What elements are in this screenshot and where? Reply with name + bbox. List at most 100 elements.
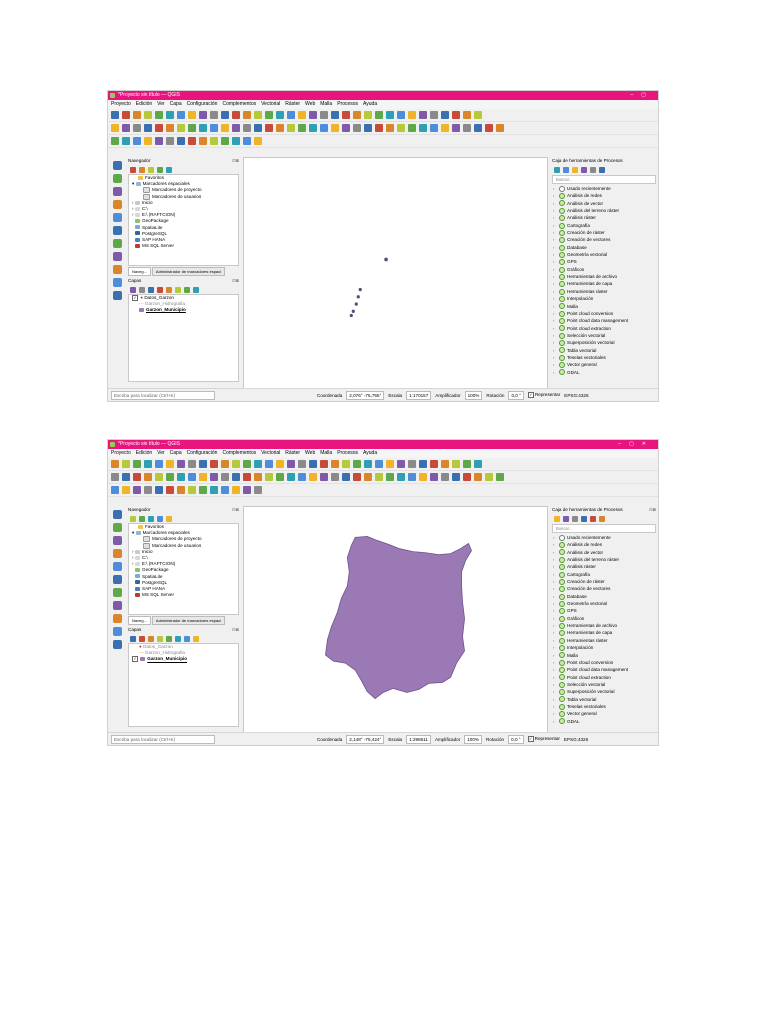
menu-web[interactable]: Web [305, 101, 315, 107]
add-layer-icon[interactable] [112, 161, 122, 170]
toolbox-group[interactable]: › Herramientas de capa [550, 629, 658, 637]
toolbox-group[interactable]: › Gráficos [550, 615, 658, 622]
toolbar-tool-icon[interactable] [210, 111, 218, 119]
toolbar-tool-icon[interactable] [177, 124, 185, 132]
toolbar-tool-icon[interactable] [599, 166, 605, 173]
toolbar-tool-icon[interactable] [419, 473, 427, 481]
toolbar-tool-icon[interactable] [221, 460, 229, 468]
toolbar-tool-icon[interactable] [375, 460, 383, 468]
toolbar-tool-icon[interactable] [243, 111, 251, 119]
toolbox-group[interactable]: › Cartografía [550, 222, 658, 229]
toolbar-tool-icon[interactable] [386, 124, 394, 132]
toolbar-tool-icon[interactable] [572, 166, 578, 173]
toolbar-tool-icon[interactable] [276, 460, 284, 468]
toolbar-tool-icon[interactable] [188, 460, 196, 468]
toolbar-tool-icon[interactable] [463, 460, 471, 468]
toolbar-tool-icon[interactable] [175, 286, 181, 293]
render-checkbox[interactable]: ✓ Representar [527, 392, 560, 398]
toolbar-tool-icon[interactable] [122, 111, 130, 119]
add-layer-icon[interactable] [112, 213, 122, 222]
toolbar-tool-icon[interactable] [166, 166, 172, 173]
toolbox-group[interactable]: › Selección vectorial [550, 332, 658, 339]
toolbar-tool-icon[interactable] [386, 473, 394, 481]
toolbox-group[interactable]: › Cartografía [550, 571, 658, 578]
toolbar-tool-icon[interactable] [122, 124, 130, 132]
toolbar-tool-icon[interactable] [581, 515, 587, 522]
toolbar-tool-icon[interactable] [130, 166, 136, 173]
menu-configuracion[interactable]: Configuración [187, 450, 218, 456]
toolbar-tool-icon[interactable] [342, 124, 350, 132]
toolbar-tool-icon[interactable] [554, 166, 560, 173]
add-layer-icon[interactable] [112, 226, 122, 235]
toolbar-tool-icon[interactable] [496, 473, 504, 481]
toolbar-tool-icon[interactable] [430, 111, 438, 119]
toolbar-tool-icon[interactable] [166, 473, 174, 481]
toolbar-tool-icon[interactable] [139, 515, 145, 522]
toolbar-tool-icon[interactable] [166, 286, 172, 293]
menu-vectorial[interactable]: Vectorial [261, 101, 280, 107]
menu-raster[interactable]: Ráster [285, 450, 300, 456]
toolbar-tool-icon[interactable] [441, 124, 449, 132]
menu-proyecto[interactable]: Proyecto [111, 450, 131, 456]
toolbox-group[interactable]: › Interpolación [550, 644, 658, 651]
toolbar-tool-icon[interactable] [111, 137, 119, 145]
toolbox-group[interactable]: › Malla [550, 303, 658, 310]
toolbar-tool-icon[interactable] [265, 111, 273, 119]
toolbox-group[interactable]: › Interpolación [550, 295, 658, 302]
toolbar-tool-icon[interactable] [496, 124, 504, 132]
rotation-field[interactable]: 0,0 ° [508, 390, 524, 400]
toolbar-tool-icon[interactable] [111, 486, 119, 494]
menu-malla[interactable]: Malla [320, 101, 332, 107]
toolbar-tool-icon[interactable] [199, 111, 207, 119]
toolbar-tool-icon[interactable] [419, 124, 427, 132]
toolbox-group[interactable]: › Creación de vectores [550, 236, 658, 244]
tab-navegador[interactable]: Naveg... [128, 616, 151, 625]
toolbar-tool-icon[interactable] [581, 166, 587, 173]
toolbar-tool-icon[interactable] [166, 515, 172, 522]
add-layer-icon[interactable] [112, 601, 122, 610]
toolbar-tool-icon[interactable] [386, 111, 394, 119]
toolbar-tool-icon[interactable] [397, 473, 405, 481]
toolbox-group[interactable]: › Análisis de vector [550, 549, 658, 556]
toolbar-tool-icon[interactable] [353, 111, 361, 119]
toolbar-tool-icon[interactable] [265, 124, 273, 132]
toolbox-group[interactable]: › Tabla vectorial [550, 696, 658, 703]
toolbar-tool-icon[interactable] [155, 137, 163, 145]
add-layer-icon[interactable] [112, 239, 122, 248]
toolbar-tool-icon[interactable] [184, 635, 190, 642]
panel-close-icon[interactable]: ⊡⊠ [232, 277, 239, 285]
toolbar-tool-icon[interactable] [563, 515, 569, 522]
toolbar-tool-icon[interactable] [155, 486, 163, 494]
toolbar-tool-icon[interactable] [243, 124, 251, 132]
add-layer-icon[interactable] [112, 278, 122, 287]
toolbar-tool-icon[interactable] [232, 124, 240, 132]
toolbar-tool-icon[interactable] [353, 460, 361, 468]
toolbar-tool-icon[interactable] [166, 124, 174, 132]
toolbar-tool-icon[interactable] [139, 286, 145, 293]
toolbar-tool-icon[interactable] [157, 286, 163, 293]
toolbar-tool-icon[interactable] [474, 124, 482, 132]
tab-navegador[interactable]: Naveg... [128, 267, 151, 276]
toolbar-tool-icon[interactable] [177, 460, 185, 468]
crs-button[interactable]: EPSG:4326 [564, 737, 588, 742]
toolbox-group[interactable]: › Geometría vectorial [550, 251, 658, 258]
toolbar-tool-icon[interactable] [130, 635, 136, 642]
menu-web[interactable]: Web [305, 450, 315, 456]
toolbar-tool-icon[interactable] [243, 486, 251, 494]
toolbar-tool-icon[interactable] [287, 460, 295, 468]
toolbar-tool-icon[interactable] [199, 460, 207, 468]
menu-edicion[interactable]: Edición [136, 101, 152, 107]
toolbox-group[interactable]: › Herramientas de archivo [550, 622, 658, 629]
toolbar-tool-icon[interactable] [210, 137, 218, 145]
toolbox-group[interactable]: › Point cloud data management [550, 317, 658, 324]
coordinate-field[interactable]: 2,076° -75,755° [346, 390, 385, 400]
toolbox-group[interactable]: › Gráficos [550, 266, 658, 273]
toolbox-group[interactable]: › GDAL [550, 718, 658, 725]
toolbar-tool-icon[interactable] [221, 111, 229, 119]
toolbox-group[interactable]: › Herramientas de capa [550, 280, 658, 288]
menu-complementos[interactable]: Complementos [222, 450, 256, 456]
browser-item[interactable]: MS SQL Server [129, 592, 238, 598]
toolbar-tool-icon[interactable] [188, 473, 196, 481]
toolbar-tool-icon[interactable] [221, 137, 229, 145]
toolbar-tool-icon[interactable] [430, 473, 438, 481]
